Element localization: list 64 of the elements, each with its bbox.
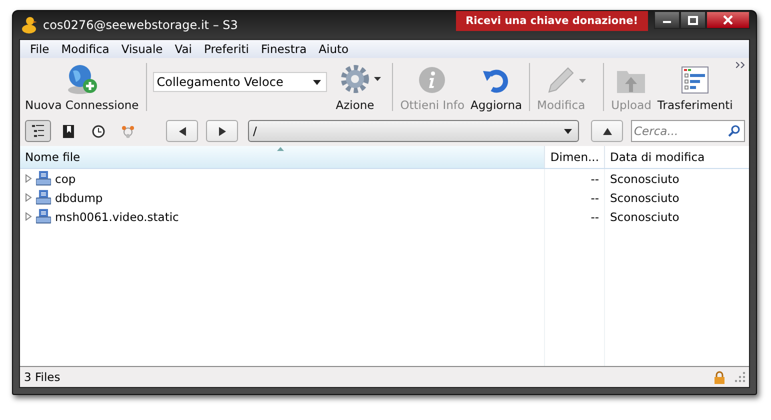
- maximize-button[interactable]: [680, 11, 706, 29]
- menu-item[interactable]: Modifica: [55, 42, 116, 56]
- search-icon: [728, 125, 740, 137]
- bucket-drive-icon: [36, 209, 51, 224]
- info-icon: [417, 65, 448, 95]
- expand-triangle-icon[interactable]: [25, 174, 32, 183]
- toolbar-button[interactable]: Azione: [332, 58, 388, 116]
- caret-icon: [564, 128, 572, 134]
- outline-list-icon: [32, 125, 44, 137]
- toolbar-button[interactable]: Aggiorna: [467, 58, 526, 116]
- column-header[interactable]: Data di modifica: [604, 146, 749, 168]
- file-name: msh0061.video.static: [55, 210, 179, 224]
- gear-icon: [338, 63, 371, 95]
- pencil-icon: [546, 65, 576, 95]
- window-title: cos0276@seewebstorage.it – S3: [43, 18, 239, 32]
- expand-triangle-icon[interactable]: [25, 193, 32, 202]
- bucket-drive-icon: [36, 171, 51, 186]
- menu-item[interactable]: Aiuto: [312, 42, 355, 56]
- view-button[interactable]: [25, 120, 51, 142]
- transfer-list-icon: [680, 65, 710, 95]
- column-header[interactable]: Nome file: [20, 146, 544, 168]
- left-triangle-icon: [178, 126, 186, 136]
- menu-item[interactable]: Vai: [168, 42, 198, 56]
- menu-item[interactable]: Visuale: [115, 42, 169, 56]
- right-triangle-icon: [218, 126, 226, 136]
- maximize-icon: [688, 16, 698, 24]
- file-size: --: [590, 210, 599, 224]
- minimize-button[interactable]: [654, 11, 680, 29]
- resize-grip-icon[interactable]: [735, 372, 745, 382]
- clock-icon: [92, 124, 104, 138]
- overflow-chevron-icon[interactable]: [736, 62, 745, 68]
- back-button[interactable]: [166, 120, 198, 142]
- expand-triangle-icon[interactable]: [25, 212, 32, 221]
- quick-connect-combo[interactable]: Collegamento Veloce: [152, 72, 327, 92]
- toolbar-button[interactable]: Trasferimenti: [654, 58, 736, 116]
- forward-button[interactable]: [206, 120, 238, 142]
- path-dropdown[interactable]: /: [248, 120, 579, 142]
- bookmark-icon: [62, 124, 74, 138]
- bucket-drive-icon: [36, 190, 51, 205]
- modified-date: Sconosciuto: [610, 172, 680, 186]
- toolbar-button[interactable]: Nuova Connessione: [22, 58, 142, 116]
- globe-icon: [66, 63, 98, 95]
- modified-date: Sconosciuto: [610, 210, 680, 224]
- caret-icon: [312, 80, 321, 84]
- column-header[interactable]: Dimen...: [544, 146, 604, 168]
- file-name: cop: [55, 172, 76, 186]
- donation-button[interactable]: Ricevi una chiave donazione!: [456, 11, 648, 31]
- file-size: --: [590, 190, 599, 204]
- menu-item[interactable]: File: [24, 42, 56, 56]
- status-text: 3 Files: [24, 370, 62, 384]
- up-triangle-icon: [602, 128, 612, 134]
- network-icon: [121, 124, 135, 138]
- file-size: --: [590, 172, 599, 186]
- file-name: dbdump: [55, 190, 103, 204]
- search-field[interactable]: Cerca...: [631, 120, 745, 142]
- duck-icon: [21, 16, 37, 34]
- parent-folder-button[interactable]: [591, 120, 623, 142]
- menu-item[interactable]: Preferiti: [198, 42, 256, 56]
- close-button[interactable]: [706, 11, 750, 29]
- close-icon: [723, 15, 733, 25]
- lock-icon: [714, 370, 725, 384]
- modified-date: Sconosciuto: [610, 190, 680, 204]
- menu-item[interactable]: Finestra: [255, 42, 313, 56]
- sort-arrow-icon: [277, 147, 284, 151]
